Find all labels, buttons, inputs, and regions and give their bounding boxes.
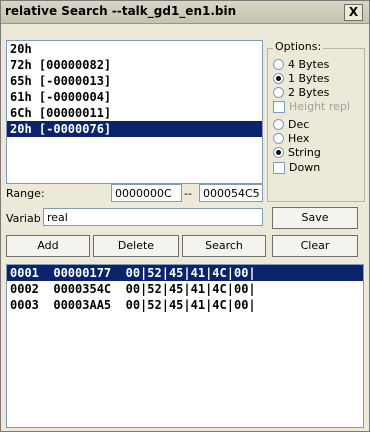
relative-search-window: relative Search --talk_gd1_en1.bin X 20h… [0,0,370,432]
radio-icon [273,87,284,98]
window-title: relative Search --talk_gd1_en1.bin [5,4,237,18]
radio-dec[interactable]: Dec [273,118,309,131]
radio-icon [273,133,284,144]
list-item[interactable]: 20h [7,41,262,57]
search-button[interactable]: Search [182,235,266,257]
radio-checked-icon [273,73,284,84]
checkbox-label: Down [289,161,321,174]
add-button[interactable]: Add [6,235,90,257]
radio-4-bytes[interactable]: 4 Bytes [273,58,329,71]
radio-icon [273,59,284,70]
radio-2-bytes[interactable]: 2 Bytes [273,86,329,99]
clear-button[interactable]: Clear [272,235,358,257]
checkbox-icon [273,100,285,113]
variab-input[interactable]: real [43,208,263,226]
radio-label: 4 Bytes [288,58,330,71]
radio-1-bytes[interactable]: 1 Bytes [273,72,329,85]
radio-hex[interactable]: Hex [273,132,309,145]
table-row-selected[interactable]: 0001 00000177 00|52|45|41|4C|00| [7,265,363,281]
range-label: Range: [6,187,45,200]
close-button[interactable]: X [344,4,363,21]
radio-label: 1 Bytes [288,72,330,85]
delete-button[interactable]: Delete [93,235,179,257]
range-separator: -- [184,187,192,200]
down-checkbox[interactable]: Down [273,161,320,174]
radio-icon [273,119,284,130]
list-item[interactable]: 6Ch [00000011] [7,105,262,121]
range-from-input[interactable]: 0000000C [111,184,182,202]
range-to-input[interactable]: 000054C5 [199,184,263,202]
search-pattern-list[interactable]: 20h 72h [00000082] 65h [-0000013] 61h [-… [6,40,263,184]
radio-label: String [288,146,321,159]
list-item[interactable]: 61h [-0000004] [7,89,262,105]
radio-label: Hex [288,132,310,145]
list-item[interactable]: 72h [00000082] [7,57,262,73]
variab-label: Variab [6,212,41,225]
radio-label: 2 Bytes [288,86,330,99]
list-item[interactable]: 65h [-0000013] [7,73,262,89]
radio-label: Dec [288,118,310,131]
options-legend: Options: [273,40,324,53]
radio-string[interactable]: String [273,146,321,159]
list-item-selected[interactable]: 20h [-0000076] [7,121,262,137]
height-repl-checkbox[interactable]: Height repl [273,100,350,113]
title-bar[interactable]: relative Search --talk_gd1_en1.bin X [1,1,369,24]
table-row[interactable]: 0002 0000354C 00|52|45|41|4C|00| [7,281,363,297]
checkbox-label: Height repl [289,100,350,113]
save-button[interactable]: Save [272,207,358,229]
checkbox-icon [273,161,285,174]
results-grid[interactable]: 0001 00000177 00|52|45|41|4C|00| 0002 00… [6,264,364,428]
table-row[interactable]: 0003 00003AA5 00|52|45|41|4C|00| [7,297,363,313]
radio-checked-icon [273,147,284,158]
